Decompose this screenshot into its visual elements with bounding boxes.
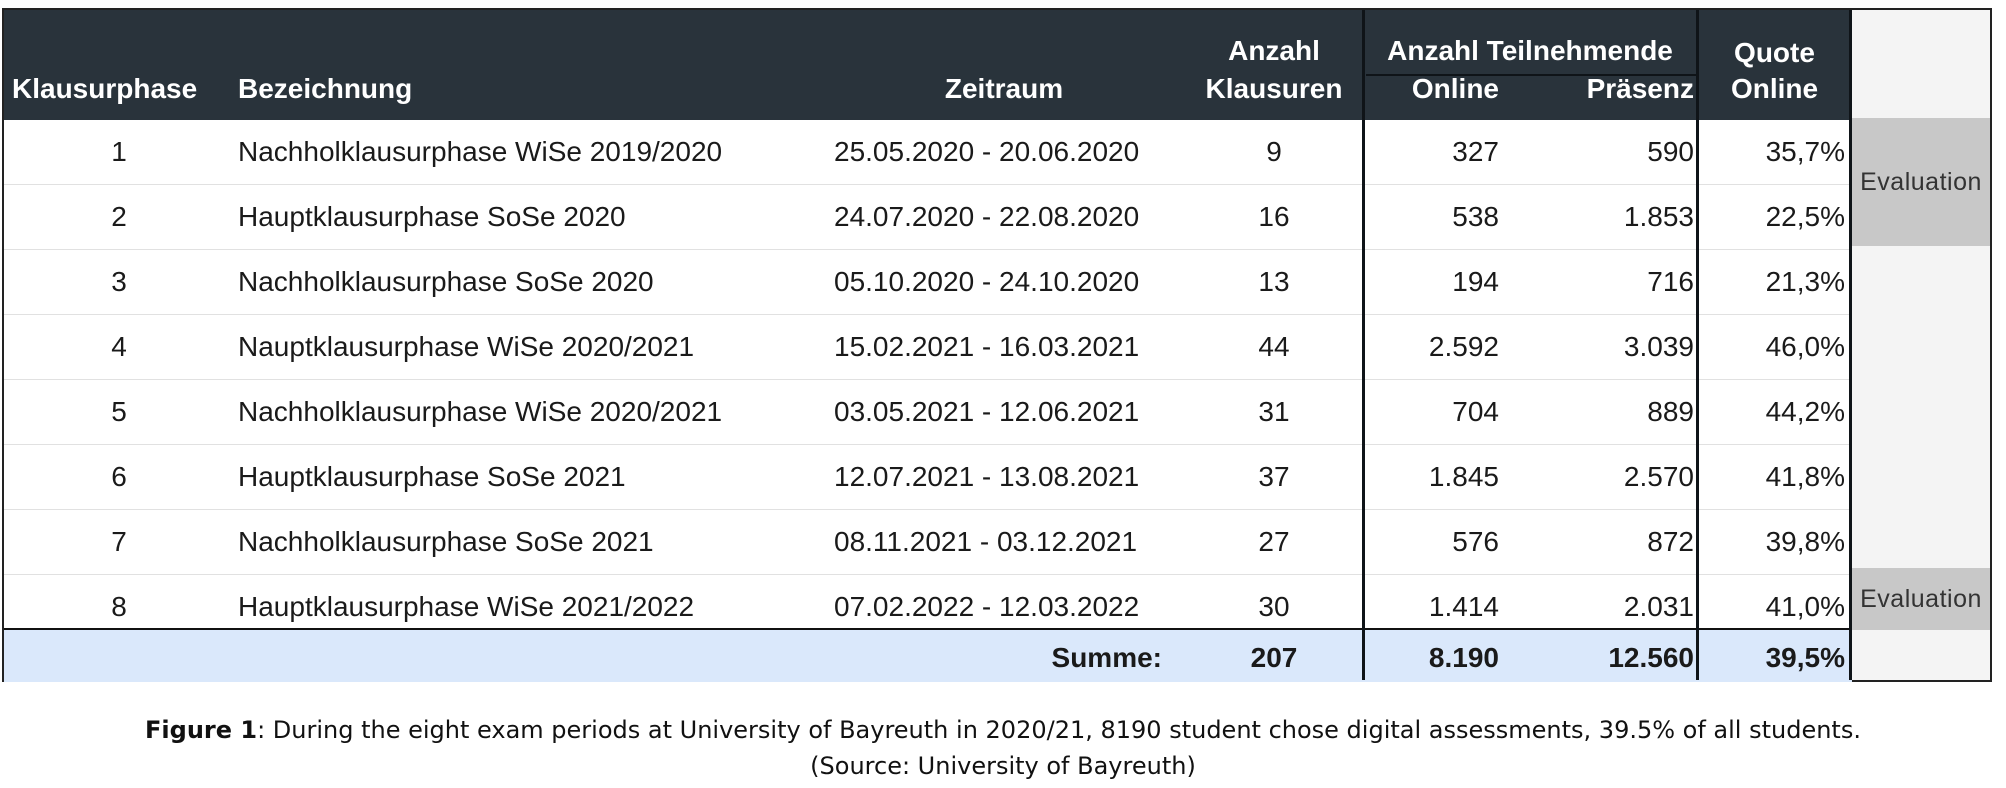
cell-count: 13 — [1258, 266, 1290, 297]
cell-phase: 5 — [111, 396, 127, 427]
table-row: 1 Nachholklausurphase WiSe 2019/2020 25.… — [4, 120, 1852, 184]
evaluation-marker: Evaluation — [1852, 568, 1990, 630]
caption-label: Figure 1 — [145, 716, 258, 744]
cell-online: 576 — [1452, 526, 1499, 557]
header-group-divider — [1366, 74, 1696, 76]
cell-name: Nachholklausurphase SoSe 2021 — [238, 526, 654, 557]
cell-online: 538 — [1452, 201, 1499, 232]
sum-quote: 39,5% — [1765, 642, 1845, 673]
cell-online: 2.592 — [1428, 331, 1499, 362]
header-name: Bezeichnung — [238, 73, 413, 104]
cell-name: Hauptklausurphase SoSe 2020 — [238, 201, 626, 232]
cell-count: 9 — [1266, 136, 1282, 167]
cell-name: Nachholklausurphase SoSe 2020 — [238, 266, 654, 297]
cell-count: 27 — [1258, 526, 1290, 557]
caption-line: Figure 1: During the eight exam periods … — [0, 712, 2006, 748]
cell-online: 1.845 — [1428, 461, 1499, 492]
cell-presence: 889 — [1647, 396, 1694, 427]
cell-quote: 44,2% — [1765, 396, 1845, 427]
table-row: 6 Hauptklausurphase SoSe 2021 12.07.2021… — [4, 445, 1852, 509]
cell-phase: 2 — [111, 201, 127, 232]
cell-count: 37 — [1258, 461, 1290, 492]
cell-presence: 716 — [1647, 266, 1694, 297]
evaluation-marker: Evaluation — [1852, 118, 1990, 246]
cell-quote: 41,8% — [1765, 461, 1845, 492]
cell-phase: 6 — [111, 461, 127, 492]
cell-period: 08.11.2021 - 03.12.2021 — [834, 526, 1138, 557]
cell-phase: 7 — [111, 526, 127, 557]
header-phase: Klausurphase — [12, 73, 198, 104]
results-table: Klausurphase Bezeichnung Zeitraum Anzahl… — [2, 8, 1992, 682]
cell-phase: 3 — [111, 266, 127, 297]
table-row: 7 Nachholklausurphase SoSe 2021 08.11.20… — [4, 510, 1852, 574]
cell-phase: 4 — [111, 331, 127, 362]
table-row: 2 Hauptklausurphase SoSe 2020 24.07.2020… — [4, 185, 1852, 249]
sum-presence: 12.560 — [1608, 642, 1694, 673]
cell-quote: 35,7% — [1765, 136, 1845, 167]
cell-name: Nachholklausurphase WiSe 2020/2021 — [238, 396, 723, 427]
cell-presence: 1.853 — [1623, 201, 1694, 232]
cell-presence: 3.039 — [1623, 331, 1694, 362]
header-online: Online — [1411, 73, 1499, 104]
header-count-line1: Anzahl — [1228, 35, 1320, 66]
header-count-line2: Klausuren — [1205, 73, 1343, 104]
cell-period: 24.07.2020 - 22.08.2020 — [834, 201, 1140, 232]
cell-period: 25.05.2020 - 20.06.2020 — [834, 136, 1140, 167]
caption-source: (Source: University of Bayreuth) — [810, 752, 1196, 780]
cell-presence: 2.570 — [1623, 461, 1694, 492]
table-row: 4 Nauptklausurphase WiSe 2020/2021 15.02… — [4, 315, 1852, 379]
column-divider — [1362, 10, 1365, 680]
sum-row: Summe: 207 8.190 12.560 39,5% — [4, 630, 1852, 682]
table-header: Klausurphase Bezeichnung Zeitraum Anzahl… — [4, 10, 1852, 120]
header-quote-line1: Quote — [1734, 37, 1815, 68]
cell-presence: 590 — [1647, 136, 1694, 167]
cell-quote: 21,3% — [1765, 266, 1845, 297]
header-participants-group: Anzahl Teilnehmende — [1387, 35, 1673, 66]
cell-period: 03.05.2021 - 12.06.2021 — [834, 396, 1140, 427]
cell-period: 05.10.2020 - 24.10.2020 — [834, 266, 1140, 297]
cell-quote: 46,0% — [1765, 331, 1845, 362]
cell-count: 16 — [1258, 201, 1290, 232]
cell-count: 31 — [1258, 396, 1290, 427]
sum-count: 207 — [1250, 642, 1298, 673]
header-presence: Präsenz — [1586, 73, 1694, 104]
caption-text: : During the eight exam periods at Unive… — [257, 716, 1861, 744]
sum-online: 8.190 — [1428, 642, 1499, 673]
cell-period: 15.02.2021 - 16.03.2021 — [834, 331, 1140, 362]
table-row: 3 Nachholklausurphase SoSe 2020 05.10.20… — [4, 250, 1852, 314]
cell-period: 12.07.2021 - 13.08.2021 — [834, 461, 1140, 492]
cell-online: 327 — [1452, 136, 1499, 167]
cell-name: Nachholklausurphase WiSe 2019/2020 — [238, 136, 723, 167]
cell-quote: 22,5% — [1765, 201, 1845, 232]
cell-presence: 872 — [1647, 526, 1694, 557]
cell-quote: 39,8% — [1765, 526, 1845, 557]
header-quote-line2: Online — [1730, 73, 1819, 104]
cell-online: 704 — [1452, 396, 1499, 427]
cell-name: Nauptklausurphase WiSe 2020/2021 — [238, 331, 695, 362]
cell-count: 44 — [1258, 331, 1290, 362]
cell-online: 194 — [1452, 266, 1499, 297]
sum-label: Summe: — [1051, 642, 1162, 673]
table-row: 5 Nachholklausurphase WiSe 2020/2021 03.… — [4, 380, 1852, 444]
cell-name: Hauptklausurphase SoSe 2021 — [238, 461, 626, 492]
figure-caption: Figure 1: During the eight exam periods … — [0, 712, 2006, 784]
cell-phase: 1 — [111, 136, 127, 167]
header-period: Zeitraum — [944, 73, 1064, 104]
column-divider — [1696, 10, 1699, 680]
